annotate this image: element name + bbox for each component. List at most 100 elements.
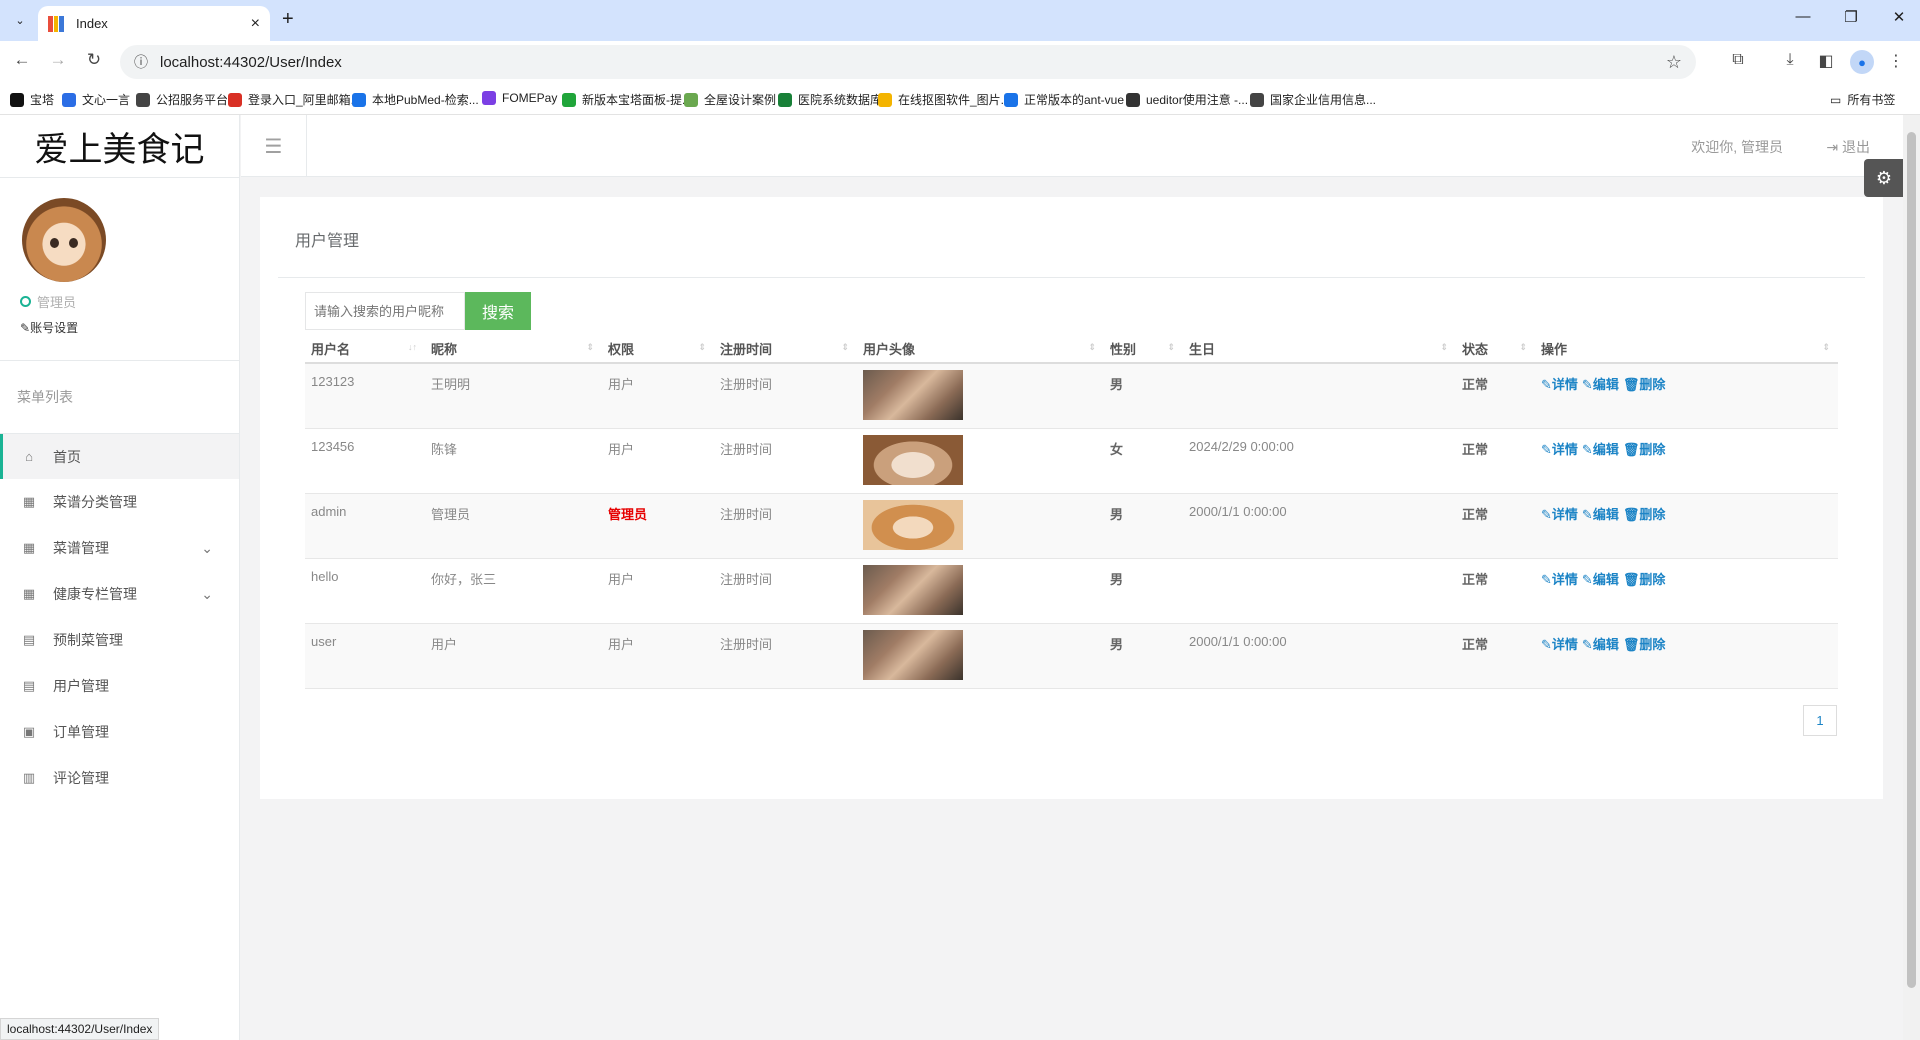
bookmark-item[interactable]: 全屋设计案例 [684,91,776,108]
birthday-cell [1183,363,1456,429]
sidebar-item-label: 订单管理 [53,724,109,740]
trash-icon: 🗑 [1622,441,1640,457]
avatar[interactable] [22,198,106,282]
edit-link[interactable]: ✎编辑 [1582,442,1619,457]
status-cell: 正常 [1456,428,1535,494]
bookmark-star-icon[interactable]: ☆ [1666,52,1682,73]
logout-link[interactable]: ⇥ 退出 [1826,137,1870,157]
edit-link[interactable]: ✎编辑 [1582,637,1619,652]
detail-link[interactable]: ✎详情 [1541,442,1578,457]
forward-icon[interactable]: → [46,50,70,70]
bookmark-item[interactable]: 医院系统数据库 [778,91,882,108]
detail-link[interactable]: ✎详情 [1541,637,1578,652]
bookmark-item[interactable]: 公招服务平台 [136,91,228,108]
table-row: user 用户 用户 注册时间男 2000/1/1 0:00:00 正常 ✎详情 ✎编辑 🗑删除 [305,623,1838,689]
pencil-icon: ✎ [1581,441,1593,457]
site-info-icon[interactable]: ⓘ [134,52,148,72]
detail-link[interactable]: ✎详情 [1541,507,1578,522]
delete-link[interactable]: 🗑删除 [1623,507,1666,522]
bookmark-item[interactable]: 文心一言 [62,91,130,108]
edit-link[interactable]: ✎编辑 [1582,572,1619,587]
username-cell: hello [305,558,425,624]
profile-avatar-icon[interactable]: ● [1850,50,1874,74]
new-tab-icon[interactable]: + [282,8,294,31]
role-cell: 用户 [602,623,714,689]
address-bar[interactable]: ⓘ localhost:44302/User/Index ☆ [120,45,1696,79]
sort-icon: ⇕ [1167,342,1175,352]
app-logo[interactable]: 爱上美食记 [0,115,239,178]
sidebar-item-2[interactable]: ▦ 菜谱管理 ⌄ [0,525,239,571]
tab-close-icon[interactable]: × [251,15,260,33]
column-header[interactable]: 权限 ⇕ [602,335,714,364]
extensions-icon[interactable]: ⧉ [1726,51,1750,69]
edit-link[interactable]: ✎编辑 [1582,507,1619,522]
bookmark-item[interactable]: 宝塔 [10,91,54,108]
sidebar-item-label: 预制菜管理 [53,632,123,648]
sidebar-item-1[interactable]: ▦ 菜谱分类管理 [0,479,239,525]
sort-icon: ⇕ [841,342,849,352]
column-header[interactable]: 性别 ⇕ [1104,335,1183,364]
all-bookmarks-button[interactable]: ▭ 所有书签 [1830,91,1895,108]
sidebar-item-6[interactable]: ▣ 订单管理 [0,709,239,755]
bookmark-item[interactable]: 国家企业信用信息... [1250,91,1376,108]
detail-link[interactable]: ✎详情 [1541,377,1578,392]
bookmark-item[interactable]: 正常版本的ant-vue [1004,91,1124,108]
detail-link[interactable]: ✎详情 [1541,572,1578,587]
delete-link[interactable]: 🗑删除 [1623,637,1666,652]
sidebar-item-0[interactable]: ⌂ 首页 [0,434,239,479]
sidebar-item-3[interactable]: ▦ 健康专栏管理 ⌄ [0,571,239,617]
bookmark-item[interactable]: ueditor使用注意 -... [1126,91,1248,108]
sort-icon: ⇕ [1519,342,1527,352]
account-settings-link[interactable]: ✎账号设置 [20,319,219,336]
browser-tab[interactable]: Index × [38,6,270,41]
restore-icon[interactable]: ❐ [1836,8,1866,26]
column-header[interactable]: 生日 ⇕ [1183,335,1456,364]
column-header[interactable]: 注册时间 ⇕ [714,335,857,364]
delete-link[interactable]: 🗑删除 [1623,442,1666,457]
search-button[interactable]: 搜索 [465,292,531,330]
sidebar-item-4[interactable]: ▤ 预制菜管理 [0,617,239,663]
sidebar-item-label: 菜谱分类管理 [53,494,137,510]
sidebar-item-label: 用户管理 [53,678,109,694]
nickname-cell: 管理员 [425,493,602,559]
tab-list-icon[interactable]: ⌄ [9,9,31,31]
browser-menu-icon[interactable]: ⋮ [1884,51,1908,71]
back-icon[interactable]: ← [10,50,34,70]
status-cell: 正常 [1456,558,1535,624]
bookmark-item[interactable]: 登录入口_阿里邮箱... [228,91,361,108]
nickname-cell: 你好，张三 [425,558,602,624]
download-icon[interactable]: ⤓ [1778,51,1802,69]
status-bar-url: localhost:44302/User/Index [0,1018,160,1040]
scrollbar-thumb[interactable] [1907,132,1916,988]
bookmark-item[interactable]: FOMEPay [482,91,557,105]
sidebar-item-5[interactable]: ▤ 用户管理 [0,663,239,709]
avatar-cell [857,428,1104,494]
delete-link[interactable]: 🗑删除 [1623,377,1666,392]
sidebar-item-7[interactable]: ▥ 评论管理 [0,755,239,801]
page-scrollbar[interactable] [1903,115,1920,1040]
bookmark-item[interactable]: 新版本宝塔面板-提... [562,91,692,108]
window-close-icon[interactable]: ✕ [1884,8,1914,26]
pagination-page-1[interactable]: 1 [1803,705,1837,736]
bookmark-item[interactable]: 在线抠图软件_图片... [878,91,1011,108]
pencil-icon: ✎ [1581,377,1593,392]
column-header[interactable]: 昵称 ⇕ [425,335,602,364]
side-panel-icon[interactable]: ◧ [1814,51,1838,71]
column-header[interactable]: 状态 ⇕ [1456,335,1535,364]
trash-icon: 🗑 [1622,571,1640,587]
detail-label: 详情 [1551,506,1578,522]
column-header[interactable]: 操作 ⇕ [1535,335,1838,364]
column-header[interactable]: 用户头像 ⇕ [857,335,1104,364]
edit-link[interactable]: ✎编辑 [1582,377,1619,392]
minimize-icon[interactable]: — [1788,8,1818,25]
url-text[interactable]: localhost:44302/User/Index [160,54,1666,71]
bookmark-label: 登录入口_阿里邮箱... [248,93,361,107]
delete-link[interactable]: 🗑删除 [1623,572,1666,587]
bookmark-item[interactable]: 本地PubMed-检索... [352,91,479,108]
vue-icon [1004,92,1018,107]
hamburger-menu-icon[interactable]: ☰ [241,115,307,177]
column-header[interactable]: 用户名 ↓↑ [305,335,425,364]
settings-gear-icon[interactable]: ⚙ [1864,159,1904,197]
reload-icon[interactable]: ↻ [82,50,106,70]
search-input[interactable] [305,292,465,330]
